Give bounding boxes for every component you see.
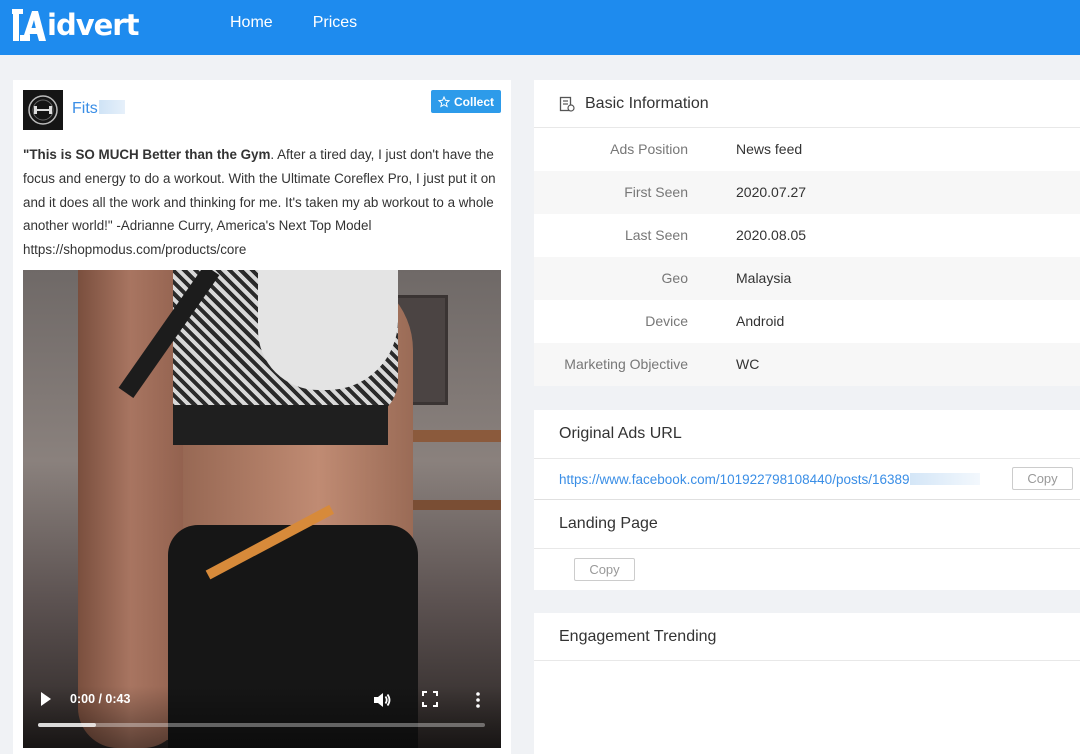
info-label: Marketing Objective	[564, 356, 688, 372]
info-value: 2020.07.27	[736, 184, 807, 200]
engagement-trending-title: Engagement Trending	[559, 628, 717, 645]
info-label: Device	[645, 313, 688, 329]
divider	[534, 499, 1080, 500]
info-row-first-seen: First Seen 2020.07.27	[534, 171, 1080, 214]
info-label: Last Seen	[624, 227, 688, 243]
divider	[534, 548, 1080, 549]
info-value: News feed	[736, 141, 803, 157]
ad-copy-headline: "This is SO MUCH Better than the Gym	[23, 147, 271, 162]
logo-icon	[12, 9, 46, 41]
original-ads-url-link[interactable]: https://www.facebook.com/101922798108440…	[559, 472, 980, 487]
dumbbell-logo-icon	[23, 90, 63, 130]
volume-icon[interactable]	[372, 690, 392, 710]
engagement-trending-panel: Engagement Trending	[534, 613, 1080, 754]
copy-url-button[interactable]: Copy	[1012, 467, 1073, 490]
main-nav: Home Prices	[230, 14, 357, 32]
ad-copy-text: "This is SO MUCH Better than the Gym. Af…	[23, 143, 503, 262]
info-value: WC	[736, 356, 760, 372]
advertiser-name-text: Fits	[72, 100, 98, 117]
divider	[534, 660, 1080, 661]
basic-information-title: Basic Information	[585, 95, 709, 112]
play-icon[interactable]	[39, 689, 53, 709]
document-info-icon	[559, 96, 575, 112]
ad-copy-url: https://shopmodus.com/products/core	[23, 242, 247, 258]
collect-button[interactable]: Collect	[431, 90, 501, 113]
info-value: Malaysia	[736, 270, 792, 286]
info-label: First Seen	[624, 184, 688, 200]
copy-landing-page-button[interactable]: Copy	[574, 558, 635, 581]
advertiser-name[interactable]: Fits	[72, 100, 125, 118]
info-row-device: Device Android	[534, 300, 1080, 343]
original-ads-url-text: https://www.facebook.com/101922798108440…	[559, 472, 910, 487]
redacted-blur	[909, 473, 980, 485]
info-value: Android	[736, 313, 785, 329]
basic-information-header: Basic Information	[534, 80, 1080, 128]
video-progress-fill	[38, 723, 97, 727]
advertiser-avatar[interactable]	[23, 90, 63, 130]
info-label: Ads Position	[610, 141, 688, 157]
top-navigation-bar: idvert Home Prices	[0, 0, 1080, 55]
nav-home[interactable]: Home	[230, 14, 273, 32]
star-icon	[437, 95, 450, 108]
logo[interactable]: idvert	[12, 6, 139, 44]
video-time: 0:00 / 0:43	[70, 692, 131, 706]
info-row-last-seen: Last Seen 2020.08.05	[534, 214, 1080, 257]
info-row-marketing-objective: Marketing Objective WC	[534, 343, 1080, 386]
info-label: Geo	[661, 270, 688, 286]
redacted-blur	[98, 100, 125, 114]
divider	[534, 458, 1080, 459]
fullscreen-icon[interactable]	[422, 691, 438, 707]
ad-video[interactable]: 0:00 / 0:43	[23, 270, 501, 748]
more-options-icon[interactable]	[473, 690, 483, 710]
info-row-ads-position: Ads Position News feed	[534, 128, 1080, 171]
logo-text: idvert	[47, 8, 139, 42]
basic-information-panel: Basic Information Ads Position News feed…	[534, 80, 1080, 386]
original-ads-url-title: Original Ads URL	[559, 425, 682, 442]
nav-prices[interactable]: Prices	[313, 14, 357, 32]
info-value: 2020.08.05	[736, 227, 807, 243]
info-row-geo: Geo Malaysia	[534, 257, 1080, 300]
collect-label: Collect	[453, 94, 494, 109]
video-progress-bar[interactable]	[38, 723, 485, 727]
ad-card: Fits Collect "This is SO MUCH Better tha…	[13, 80, 511, 754]
original-ads-url-panel: Original Ads URL https://www.facebook.co…	[534, 410, 1080, 590]
landing-page-title: Landing Page	[559, 515, 658, 532]
video-figure-band	[173, 405, 388, 445]
